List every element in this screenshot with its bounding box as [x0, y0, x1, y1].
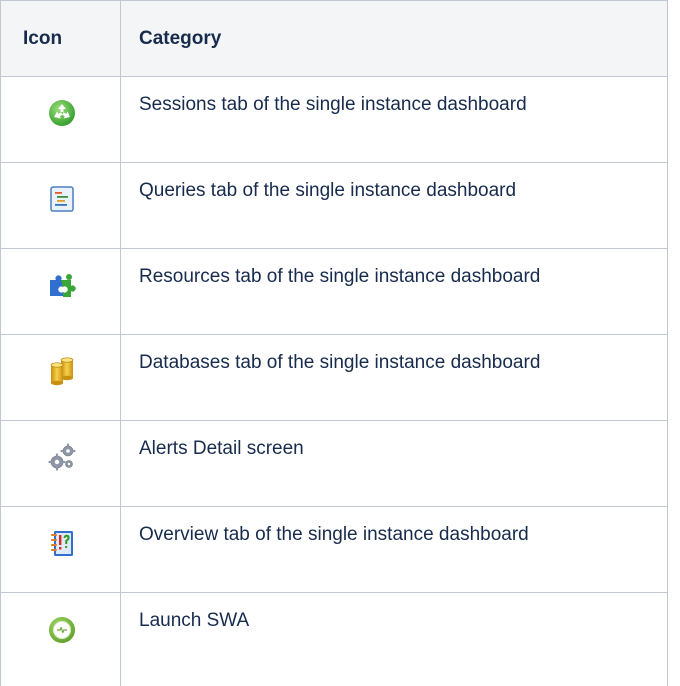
resources-puzzle-icon — [47, 270, 77, 300]
category-cell: Queries tab of the single instance dashb… — [120, 162, 668, 249]
icon-cell — [0, 592, 121, 686]
table-header-row: Icon Category — [0, 0, 668, 77]
table-row: Launch SWA — [0, 592, 668, 686]
table-row: Sessions tab of the single instance dash… — [0, 76, 668, 163]
table-row: Overview tab of the single instance dash… — [0, 506, 668, 593]
alerts-gears-icon — [47, 442, 77, 472]
category-cell: Launch SWA — [120, 592, 668, 686]
icon-cell — [0, 162, 121, 249]
category-cell: Alerts Detail screen — [120, 420, 668, 507]
icon-cell — [0, 334, 121, 421]
category-cell: Sessions tab of the single instance dash… — [120, 76, 668, 163]
table-row: Resources tab of the single instance das… — [0, 248, 668, 335]
sessions-recycle-icon — [47, 98, 77, 128]
icon-cell — [0, 76, 121, 163]
queries-document-icon — [47, 184, 77, 214]
category-cell: Overview tab of the single instance dash… — [120, 506, 668, 593]
overview-notebook-icon — [47, 528, 77, 558]
icon-cell — [0, 506, 121, 593]
icon-cell — [0, 420, 121, 507]
table-row: Alerts Detail screen — [0, 420, 668, 507]
category-cell: Databases tab of the single instance das… — [120, 334, 668, 421]
category-column-header: Category — [120, 0, 668, 77]
icon-category-table: Icon Category Sessions tab of the single… — [0, 0, 668, 686]
icon-cell — [0, 248, 121, 335]
table-row: Databases tab of the single instance das… — [0, 334, 668, 421]
table-row: Queries tab of the single instance dashb… — [0, 162, 668, 249]
databases-cylinder-icon — [47, 356, 77, 386]
category-cell: Resources tab of the single instance das… — [120, 248, 668, 335]
launch-swa-icon — [47, 614, 77, 644]
icon-column-header: Icon — [0, 0, 121, 77]
